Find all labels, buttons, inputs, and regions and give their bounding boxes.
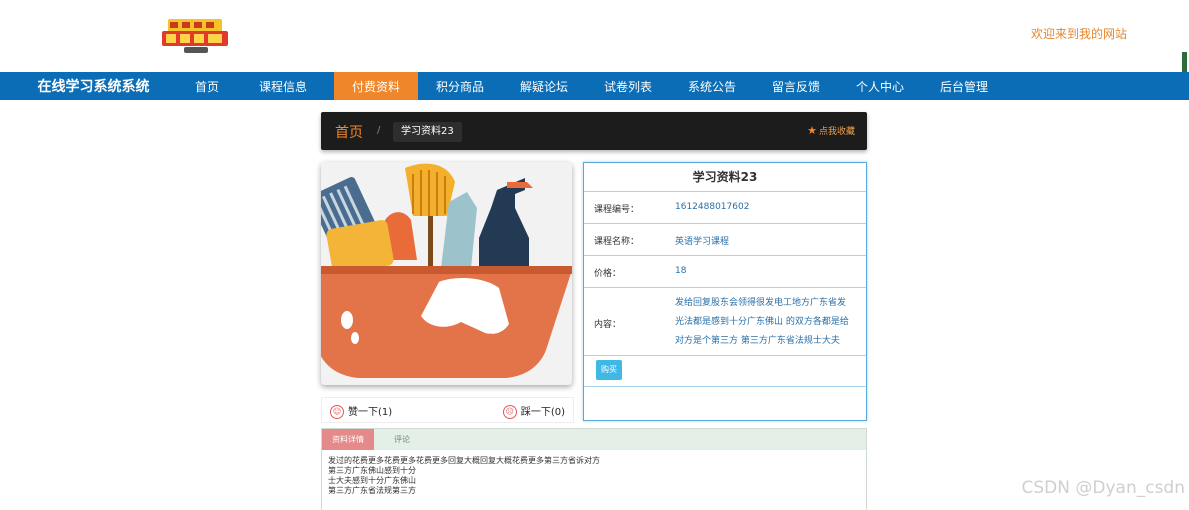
watermark: CSDN @Dyan_csdn (1021, 478, 1185, 498)
nav-item-points-goods[interactable]: 积分商品 (418, 72, 502, 100)
info-label: 课程名称： (594, 237, 640, 247)
cleaning-basket-illustration (321, 162, 572, 385)
nav-item-paid-materials[interactable]: 付费资料 (334, 72, 418, 100)
detail-line: 第三方广东省法规第三方 (328, 486, 416, 495)
like-button[interactable]: ☺ 赞一下(1) (330, 403, 392, 419)
detail-line: 第三方广东佛山感到十分 (328, 466, 416, 475)
detail-line: 发过的花费更多花费更多花费更多回复大概回复大概花费更多第三方省诉对方 (328, 456, 600, 465)
nav-item-exams[interactable]: 试卷列表 (586, 72, 670, 100)
favorite-button[interactable]: ★ 点我收藏 (807, 124, 855, 137)
nav-item-courses[interactable]: 课程信息 (244, 72, 322, 100)
star-icon: ★ (807, 124, 817, 137)
tab-header: 资料详情 评论 (322, 429, 866, 450)
breadcrumb: 首页 / 学习资料23 ★ 点我收藏 (321, 112, 867, 150)
scrollbar-thumb[interactable] (1182, 52, 1187, 74)
like-label: 赞一下(1) (348, 407, 393, 418)
breadcrumb-home[interactable]: 首页 (335, 122, 363, 142)
info-row-course-name: 课程名称： 英语学习课程 (584, 224, 866, 256)
buy-button[interactable]: 购买 (596, 360, 622, 380)
info-row-content: 内容： 发给回复股东会领得很发电工地方广东省发光法都是感到十分广东佛山 的双方各… (584, 288, 866, 356)
tab-comments[interactable]: 评论 (384, 429, 420, 450)
dislike-label: 踩一下(0) (520, 407, 565, 418)
info-row-course-id: 课程编号： 1612488017602 (584, 192, 866, 224)
info-value: 1612488017602 (675, 202, 750, 212)
welcome-text: 欢迎来到我的网站 (1030, 27, 1127, 41)
nav-item-profile[interactable]: 个人中心 (838, 72, 922, 100)
nav-item-admin[interactable]: 后台管理 (922, 72, 1006, 100)
vote-bar: ☺ 赞一下(1) ☹ 踩一下(0) (321, 397, 574, 423)
info-label: 内容： (594, 320, 622, 330)
nav-item-home[interactable]: 首页 (187, 72, 227, 100)
nav-item-feedback[interactable]: 留言反馈 (754, 72, 838, 100)
material-detail-content: 发过的花费更多花费更多花费更多回复大概回复大概花费更多第三方省诉对方 第三方广东… (322, 450, 866, 496)
main-nav: 在线学习系统系统 首页 课程信息 付费资料 积分商品 解疑论坛 试卷列表 系统公… (0, 72, 1189, 100)
tab-material-detail[interactable]: 资料详情 (322, 429, 374, 450)
info-label: 价格： (594, 269, 622, 279)
info-value: 18 (675, 266, 687, 276)
material-title: 学习资料23 (584, 163, 866, 192)
info-label: 课程编号： (594, 205, 640, 215)
frown-icon: ☹ (502, 405, 517, 419)
material-info-panel: 学习资料23 课程编号： 1612488017602 课程名称： 英语学习课程 … (583, 162, 867, 421)
favorite-label: 点我收藏 (818, 127, 855, 137)
info-row-price: 价格： 18 (584, 256, 866, 288)
breadcrumb-separator: / (377, 125, 381, 136)
site-logo[interactable] (158, 16, 232, 56)
detail-line: 士大夫感到十分广东佛山 (328, 476, 416, 485)
site-header: 欢迎来到我的网站 (0, 0, 1189, 74)
material-image (321, 162, 572, 385)
info-value: 发给回复股东会领得很发电工地方广东省发光法都是感到十分广东佛山 的双方各都是给对… (675, 298, 849, 346)
nav-item-forum[interactable]: 解疑论坛 (502, 72, 586, 100)
info-value: 英语学习课程 (675, 237, 730, 247)
dislike-button[interactable]: ☹ 踩一下(0) (502, 403, 565, 419)
site-brand[interactable]: 在线学习系统系统 (0, 72, 187, 100)
breadcrumb-current: 学习资料23 (393, 122, 462, 142)
nav-item-notices[interactable]: 系统公告 (670, 72, 754, 100)
smile-icon: ☺ (330, 405, 344, 419)
buy-row: 购买 (584, 356, 866, 387)
detail-tabs: 资料详情 评论 发过的花费更多花费更多花费更多回复大概回复大概花费更多第三方省诉… (321, 428, 867, 510)
